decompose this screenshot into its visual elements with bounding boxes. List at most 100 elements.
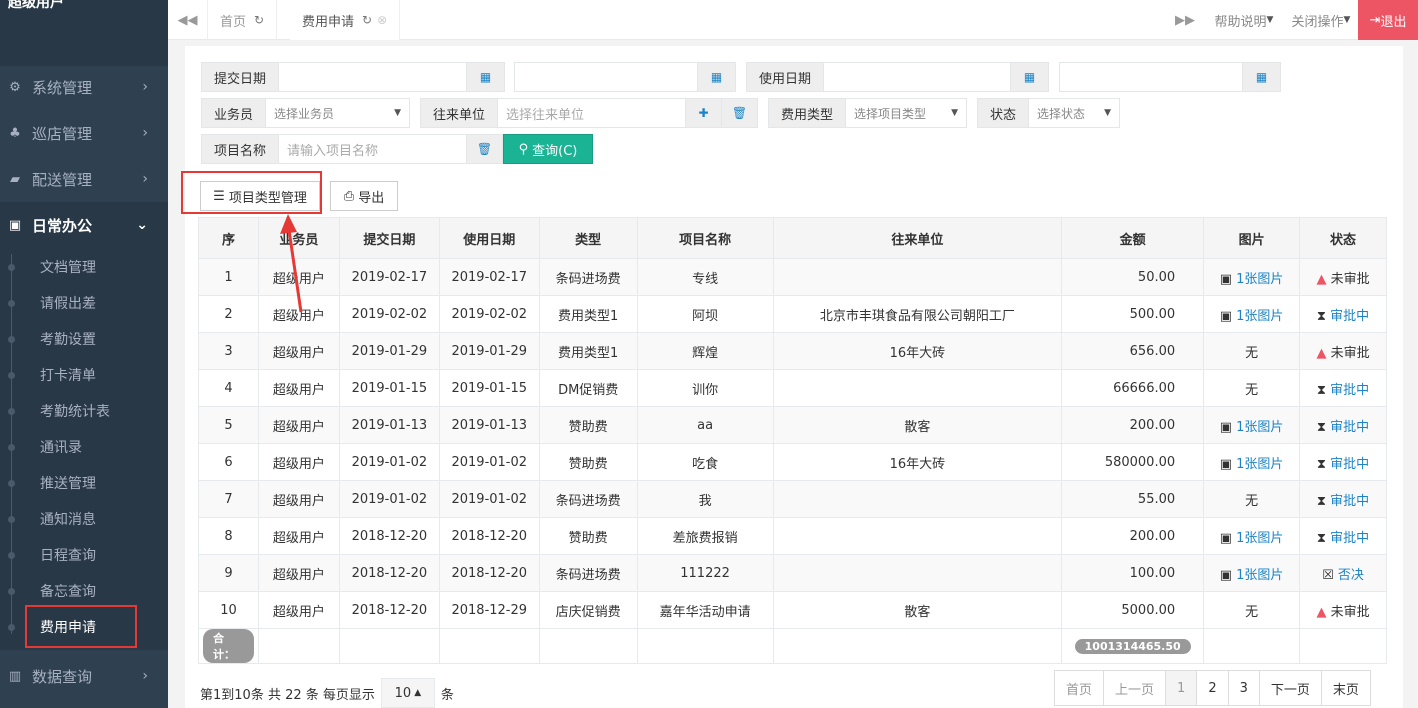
col-header[interactable]: 使用日期 bbox=[438, 217, 540, 259]
calendar-icon[interactable]: ▦ bbox=[697, 63, 735, 91]
table-row[interactable]: 10 超级用户 2018-12-20 2018-12-29 店庆促销费 嘉年华活动申请 散客… bbox=[198, 591, 1387, 629]
col-header[interactable]: 类型 bbox=[538, 217, 638, 259]
hourglass-icon: ⧗ bbox=[1316, 308, 1331, 324]
chevron-right-icon: › bbox=[142, 668, 148, 684]
image-link[interactable]: 1张图片 bbox=[1236, 568, 1283, 583]
trash-icon[interactable]: 🗑 bbox=[721, 99, 757, 127]
calendar-icon[interactable]: ▦ bbox=[466, 63, 504, 91]
sidebar-subitem-memo[interactable]: 备忘查询 bbox=[0, 573, 168, 609]
sidebar-item-data-query[interactable]: ▥ 数据查询 › bbox=[0, 653, 168, 699]
tab-home[interactable]: 首页 ↻ bbox=[208, 0, 278, 40]
export-button[interactable]: ⎙ 导出 bbox=[330, 181, 398, 211]
close-ops-dropdown[interactable]: 关闭操作 ▼ bbox=[1286, 0, 1356, 40]
table-cell: 费用类型1 bbox=[538, 295, 638, 333]
sidebar-subitem-docs[interactable]: 文档管理 bbox=[0, 249, 168, 285]
salesman-filter: 业务员 选择业务员 ▼ bbox=[201, 98, 410, 128]
sidebar-subitem-attendance-stats[interactable]: 考勤统计表 bbox=[0, 393, 168, 429]
table-row[interactable]: 3 超级用户 2019-01-29 2019-01-29 费用类型1 辉煌 16年大砖 656… bbox=[198, 332, 1387, 370]
table-cell: 条码进场费 bbox=[538, 554, 638, 592]
submit-date-end: ▦ bbox=[514, 62, 736, 92]
use-date-end: ▦ bbox=[1059, 62, 1281, 92]
table-cell: 差旅费报销 bbox=[636, 517, 774, 555]
query-button[interactable]: ⚲ 查询(C) bbox=[503, 134, 593, 164]
use-date-end-input[interactable] bbox=[1060, 63, 1242, 91]
calendar-icon[interactable]: ▦ bbox=[1242, 63, 1280, 91]
tabs-scroll-left-button[interactable]: ◀◀ bbox=[168, 0, 208, 40]
tab-expense[interactable]: 费用申请 ↻ ⊗ bbox=[290, 0, 401, 40]
hourglass-icon: ⧗ bbox=[1316, 530, 1331, 546]
col-header[interactable]: 项目名称 bbox=[636, 217, 774, 259]
page-1[interactable]: 1 bbox=[1166, 671, 1198, 705]
table-row[interactable]: 8 超级用户 2018-12-20 2018-12-20 赞助费 差旅费报销 200.00 ▣… bbox=[198, 517, 1387, 555]
image-link[interactable]: 1张图片 bbox=[1236, 420, 1283, 435]
col-header[interactable]: 序 bbox=[198, 217, 259, 259]
help-dropdown[interactable]: 帮助说明 ▼ bbox=[1208, 0, 1280, 40]
table-row[interactable]: 6 超级用户 2019-01-02 2019-01-02 赞助费 吃食 16年大砖 58000… bbox=[198, 443, 1387, 481]
page-size-select[interactable]: 10 ▲ bbox=[380, 678, 435, 708]
use-date-start-input[interactable] bbox=[824, 63, 1010, 91]
sidebar-item-system[interactable]: ⚙ 系统管理 › bbox=[0, 64, 168, 110]
page-prev[interactable]: 上一页 bbox=[1104, 671, 1167, 705]
sidebar-item-delivery[interactable]: ▰ 配送管理 › bbox=[0, 156, 168, 202]
sidebar-item-office[interactable]: ▣ 日常办公 ⌄ bbox=[0, 202, 168, 248]
trash-icon[interactable]: 🗑 bbox=[466, 135, 502, 163]
partner-filter: 往来单位 选择往来单位 ✚ 🗑 bbox=[420, 98, 758, 128]
page-next[interactable]: 下一页 bbox=[1259, 671, 1322, 705]
sidebar-subitem-push[interactable]: 推送管理 bbox=[0, 465, 168, 501]
sidebar-subitem-leave[interactable]: 请假出差 bbox=[0, 285, 168, 321]
table-cell: 2019-01-29 bbox=[338, 332, 440, 370]
sidebar-subitem-clock-list[interactable]: 打卡清单 bbox=[0, 357, 168, 393]
double-chevron-left-icon: ◀◀ bbox=[177, 12, 198, 28]
table-row[interactable]: 4 超级用户 2019-01-15 2019-01-15 DM促销费 训你 66666.00… bbox=[198, 369, 1387, 407]
exit-button[interactable]: ⇥ 退出 bbox=[1358, 0, 1418, 40]
status-cell: ⧗ 审批中 bbox=[1299, 517, 1387, 555]
table-cell: 2019-01-13 bbox=[438, 406, 540, 444]
salesman-select[interactable]: 选择业务员 ▼ bbox=[266, 99, 409, 127]
col-header[interactable]: 往来单位 bbox=[772, 217, 1063, 259]
table-cell: 我 bbox=[636, 480, 774, 518]
sidebar-subitem-schedule[interactable]: 日程查询 bbox=[0, 537, 168, 573]
truck-icon: ▰ bbox=[10, 171, 20, 187]
close-icon[interactable]: ⊗ bbox=[377, 13, 387, 27]
sidebar-subitem-contacts[interactable]: 通讯录 bbox=[0, 429, 168, 465]
table-row[interactable]: 7 超级用户 2019-01-02 2019-01-02 条码进场费我 55.00 无 ⧗ 审… bbox=[198, 480, 1387, 518]
fee-type-select[interactable]: 选择项目类型 ▼ bbox=[846, 99, 966, 127]
table-cell: 2019-01-02 bbox=[438, 480, 540, 518]
image-link[interactable]: 1张图片 bbox=[1236, 272, 1283, 287]
tabs-scroll-right-button[interactable]: ▶▶ bbox=[1170, 0, 1200, 40]
table-cell: 吃食 bbox=[636, 443, 774, 481]
col-header[interactable]: 状态 bbox=[1299, 217, 1387, 259]
project-name-input[interactable]: 请输入项目名称 bbox=[279, 135, 466, 163]
sidebar-item-patrol[interactable]: ♣ 巡店管理 › bbox=[0, 110, 168, 156]
page-last[interactable]: 末页 bbox=[1321, 671, 1370, 705]
page-first[interactable]: 首页 bbox=[1055, 671, 1105, 705]
sidebar-subitem-notices[interactable]: 通知消息 bbox=[0, 501, 168, 537]
refresh-icon[interactable]: ↻ bbox=[254, 13, 264, 27]
submit-date-start-input[interactable] bbox=[279, 63, 466, 91]
image-link[interactable]: 1张图片 bbox=[1236, 309, 1283, 324]
page-2[interactable]: 2 bbox=[1197, 671, 1229, 705]
table-cell: aa bbox=[636, 406, 774, 444]
rejected-icon: ☒ bbox=[1322, 567, 1338, 583]
image-link[interactable]: 1张图片 bbox=[1236, 531, 1283, 546]
page-3[interactable]: 3 bbox=[1228, 671, 1260, 705]
table-cell: 580000.00 bbox=[1061, 443, 1205, 481]
col-header[interactable]: 金额 bbox=[1061, 217, 1205, 259]
submit-date-end-input[interactable] bbox=[515, 63, 697, 91]
table-row[interactable]: 2 超级用户 2019-02-02 2019-02-02 费用类型1 阿坝 北京市丰琪食品有… bbox=[198, 295, 1387, 333]
chevron-down-icon: ⌄ bbox=[136, 217, 148, 233]
plus-icon[interactable]: ✚ bbox=[685, 99, 721, 127]
col-header[interactable]: 图片 bbox=[1203, 217, 1301, 259]
table-row[interactable]: 9 超级用户 2018-12-20 2018-12-20 条码进场费 111222 100.… bbox=[198, 554, 1387, 592]
calendar-icon[interactable]: ▦ bbox=[1010, 63, 1048, 91]
sidebar-subitem-attendance-settings[interactable]: 考勤设置 bbox=[0, 321, 168, 357]
table-cell: 辉煌 bbox=[636, 332, 774, 370]
col-header[interactable]: 提交日期 bbox=[338, 217, 440, 259]
image-link[interactable]: 1张图片 bbox=[1236, 457, 1283, 472]
partner-input[interactable]: 选择往来单位 bbox=[498, 99, 685, 127]
table-cell: 超级用户 bbox=[257, 443, 340, 481]
status-select[interactable]: 选择状态 ▼ bbox=[1029, 99, 1119, 127]
table-row[interactable]: 1 超级用户 2019-02-17 2019-02-17 条码进场费 专线 50.00 ▣ 1… bbox=[198, 258, 1387, 296]
refresh-icon[interactable]: ↻ bbox=[362, 13, 372, 27]
table-row[interactable]: 5 超级用户 2019-01-13 2019-01-13 赞助费 aa 散客 200.00 ▣ … bbox=[198, 406, 1387, 444]
